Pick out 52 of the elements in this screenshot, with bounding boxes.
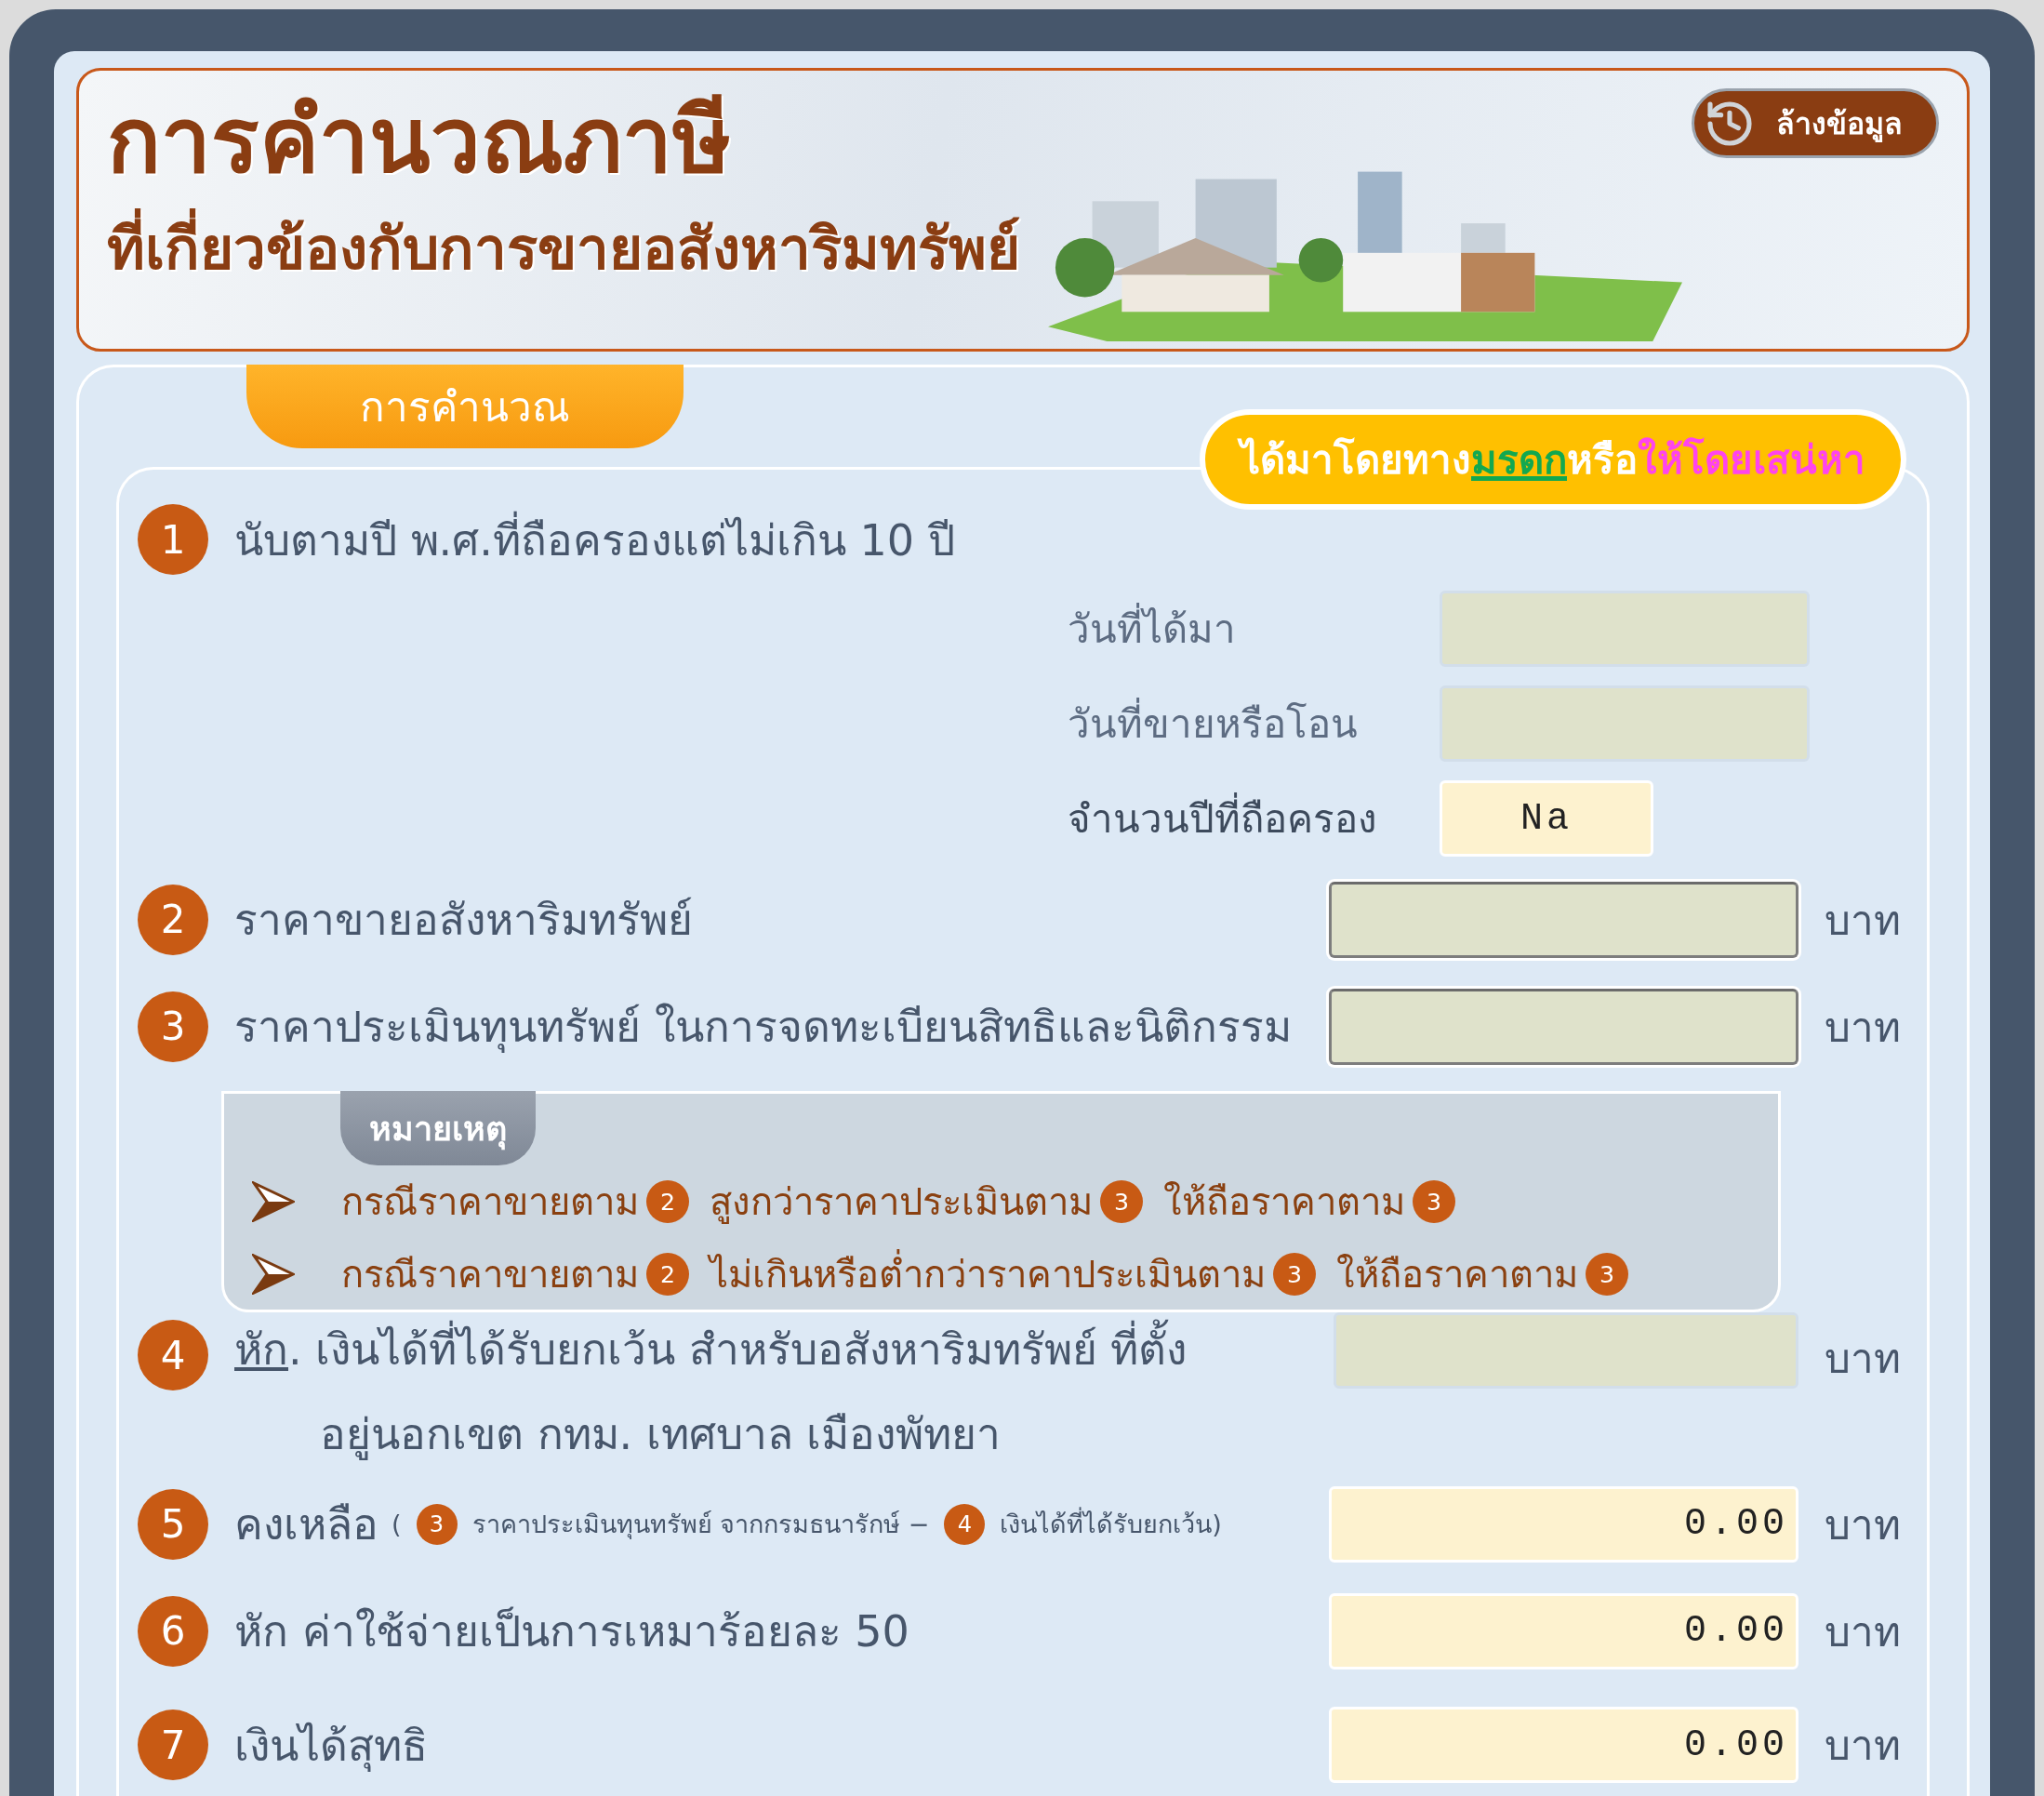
page-subtitle: ที่เกี่ยวข้องกับการขายอสังหาริมทรัพย์ (107, 206, 1020, 293)
step-number: 1 (138, 504, 208, 575)
note-title: หมายเหตุ (340, 1091, 536, 1165)
formula-text: ราคาประเมินทุนทรัพย์ จากกรมธนารักษ์ − (471, 1509, 930, 1541)
step-label: ราคาประเมินทุนทรัพย์ ในการจดทะเบียนสิทธิและนิติกรรม (234, 1001, 1292, 1055)
page-title: การคำนวณภาษี (107, 87, 732, 194)
step-number: 7 (138, 1710, 208, 1780)
step-number: 2 (138, 884, 208, 955)
unit-label: บาท (1825, 1002, 1902, 1053)
step-number: 4 (138, 1320, 208, 1390)
step-label: เงินได้สุทธิ (234, 1719, 428, 1774)
acquisition-type-label: ได้มาโดยทางมรดกหรือให้โดยเสน่หา (1200, 409, 1906, 510)
note-text: ให้ถือราคาตาม (1163, 1179, 1405, 1225)
step-label: อยู่นอกเขต กทม. เทศบาล เมืองพัทยา (319, 1408, 1002, 1462)
field-label: วันที่ได้มา (1068, 598, 1440, 659)
step-number-badge: 4 (944, 1503, 986, 1545)
step-number: 5 (138, 1488, 208, 1560)
step-number-badge: 3 (1586, 1253, 1628, 1296)
clear-data-button[interactable]: ล้างข้อมูล (1692, 88, 1939, 158)
result-field[interactable]: 0.00 (1329, 1707, 1798, 1783)
step-label: หัก. เงินได้ที่ได้รับยกเว้น สำหรับอสังหาริมทรัพย์ ที่ตั้ง (234, 1315, 1334, 1383)
note-text: ให้ถือราคาตาม (1336, 1252, 1578, 1297)
input-field[interactable] (1329, 988, 1798, 1065)
step-label: ราคาขายอสังหาริมทรัพย์ (234, 894, 693, 947)
field-label: จำนวนปีที่ถือครอง (1068, 788, 1440, 849)
step-number: 6 (138, 1595, 208, 1667)
unit-label: บาท (1825, 1721, 1902, 1771)
step-number-badge: 2 (646, 1180, 689, 1223)
step-number-badge: 3 (1100, 1180, 1143, 1223)
input-field[interactable] (1329, 881, 1798, 958)
step-number-badge: 3 (416, 1503, 458, 1545)
result-field[interactable]: 0.00 (1329, 1485, 1798, 1563)
result-field[interactable]: 0.00 (1329, 1592, 1798, 1670)
formula-text: เงินได้ที่ได้รับยกเว้น) (1000, 1504, 1222, 1544)
unit-label: บาท (1825, 1499, 1902, 1550)
formula-text: ( (392, 1510, 402, 1538)
step-number-badge: 2 (646, 1253, 689, 1296)
result-field[interactable]: Na (1440, 780, 1653, 857)
step-number: 3 (138, 991, 208, 1062)
unit-label: บาท (1825, 895, 1902, 946)
note-text: กรณีราคาขายตาม (341, 1252, 639, 1297)
step-label: คงเหลือ (234, 1498, 378, 1551)
note-text: กรณีราคาขายตาม (341, 1179, 639, 1225)
arrowhead-icon (252, 1254, 295, 1295)
step-label: หัก ค่าใช้จ่ายเป็นการเหมาร้อยละ 50 (234, 1605, 909, 1658)
unit-label: บาท (1825, 1606, 1902, 1657)
arrowhead-icon (252, 1181, 295, 1222)
step-number-badge: 3 (1273, 1253, 1316, 1296)
unit-label: บาท (1825, 1334, 1902, 1384)
field-label: วันที่ขายหรือโอน (1068, 693, 1440, 754)
note-text: สูงกว่าราคาประเมินตาม (710, 1179, 1093, 1226)
step-number-badge: 3 (1413, 1180, 1455, 1223)
